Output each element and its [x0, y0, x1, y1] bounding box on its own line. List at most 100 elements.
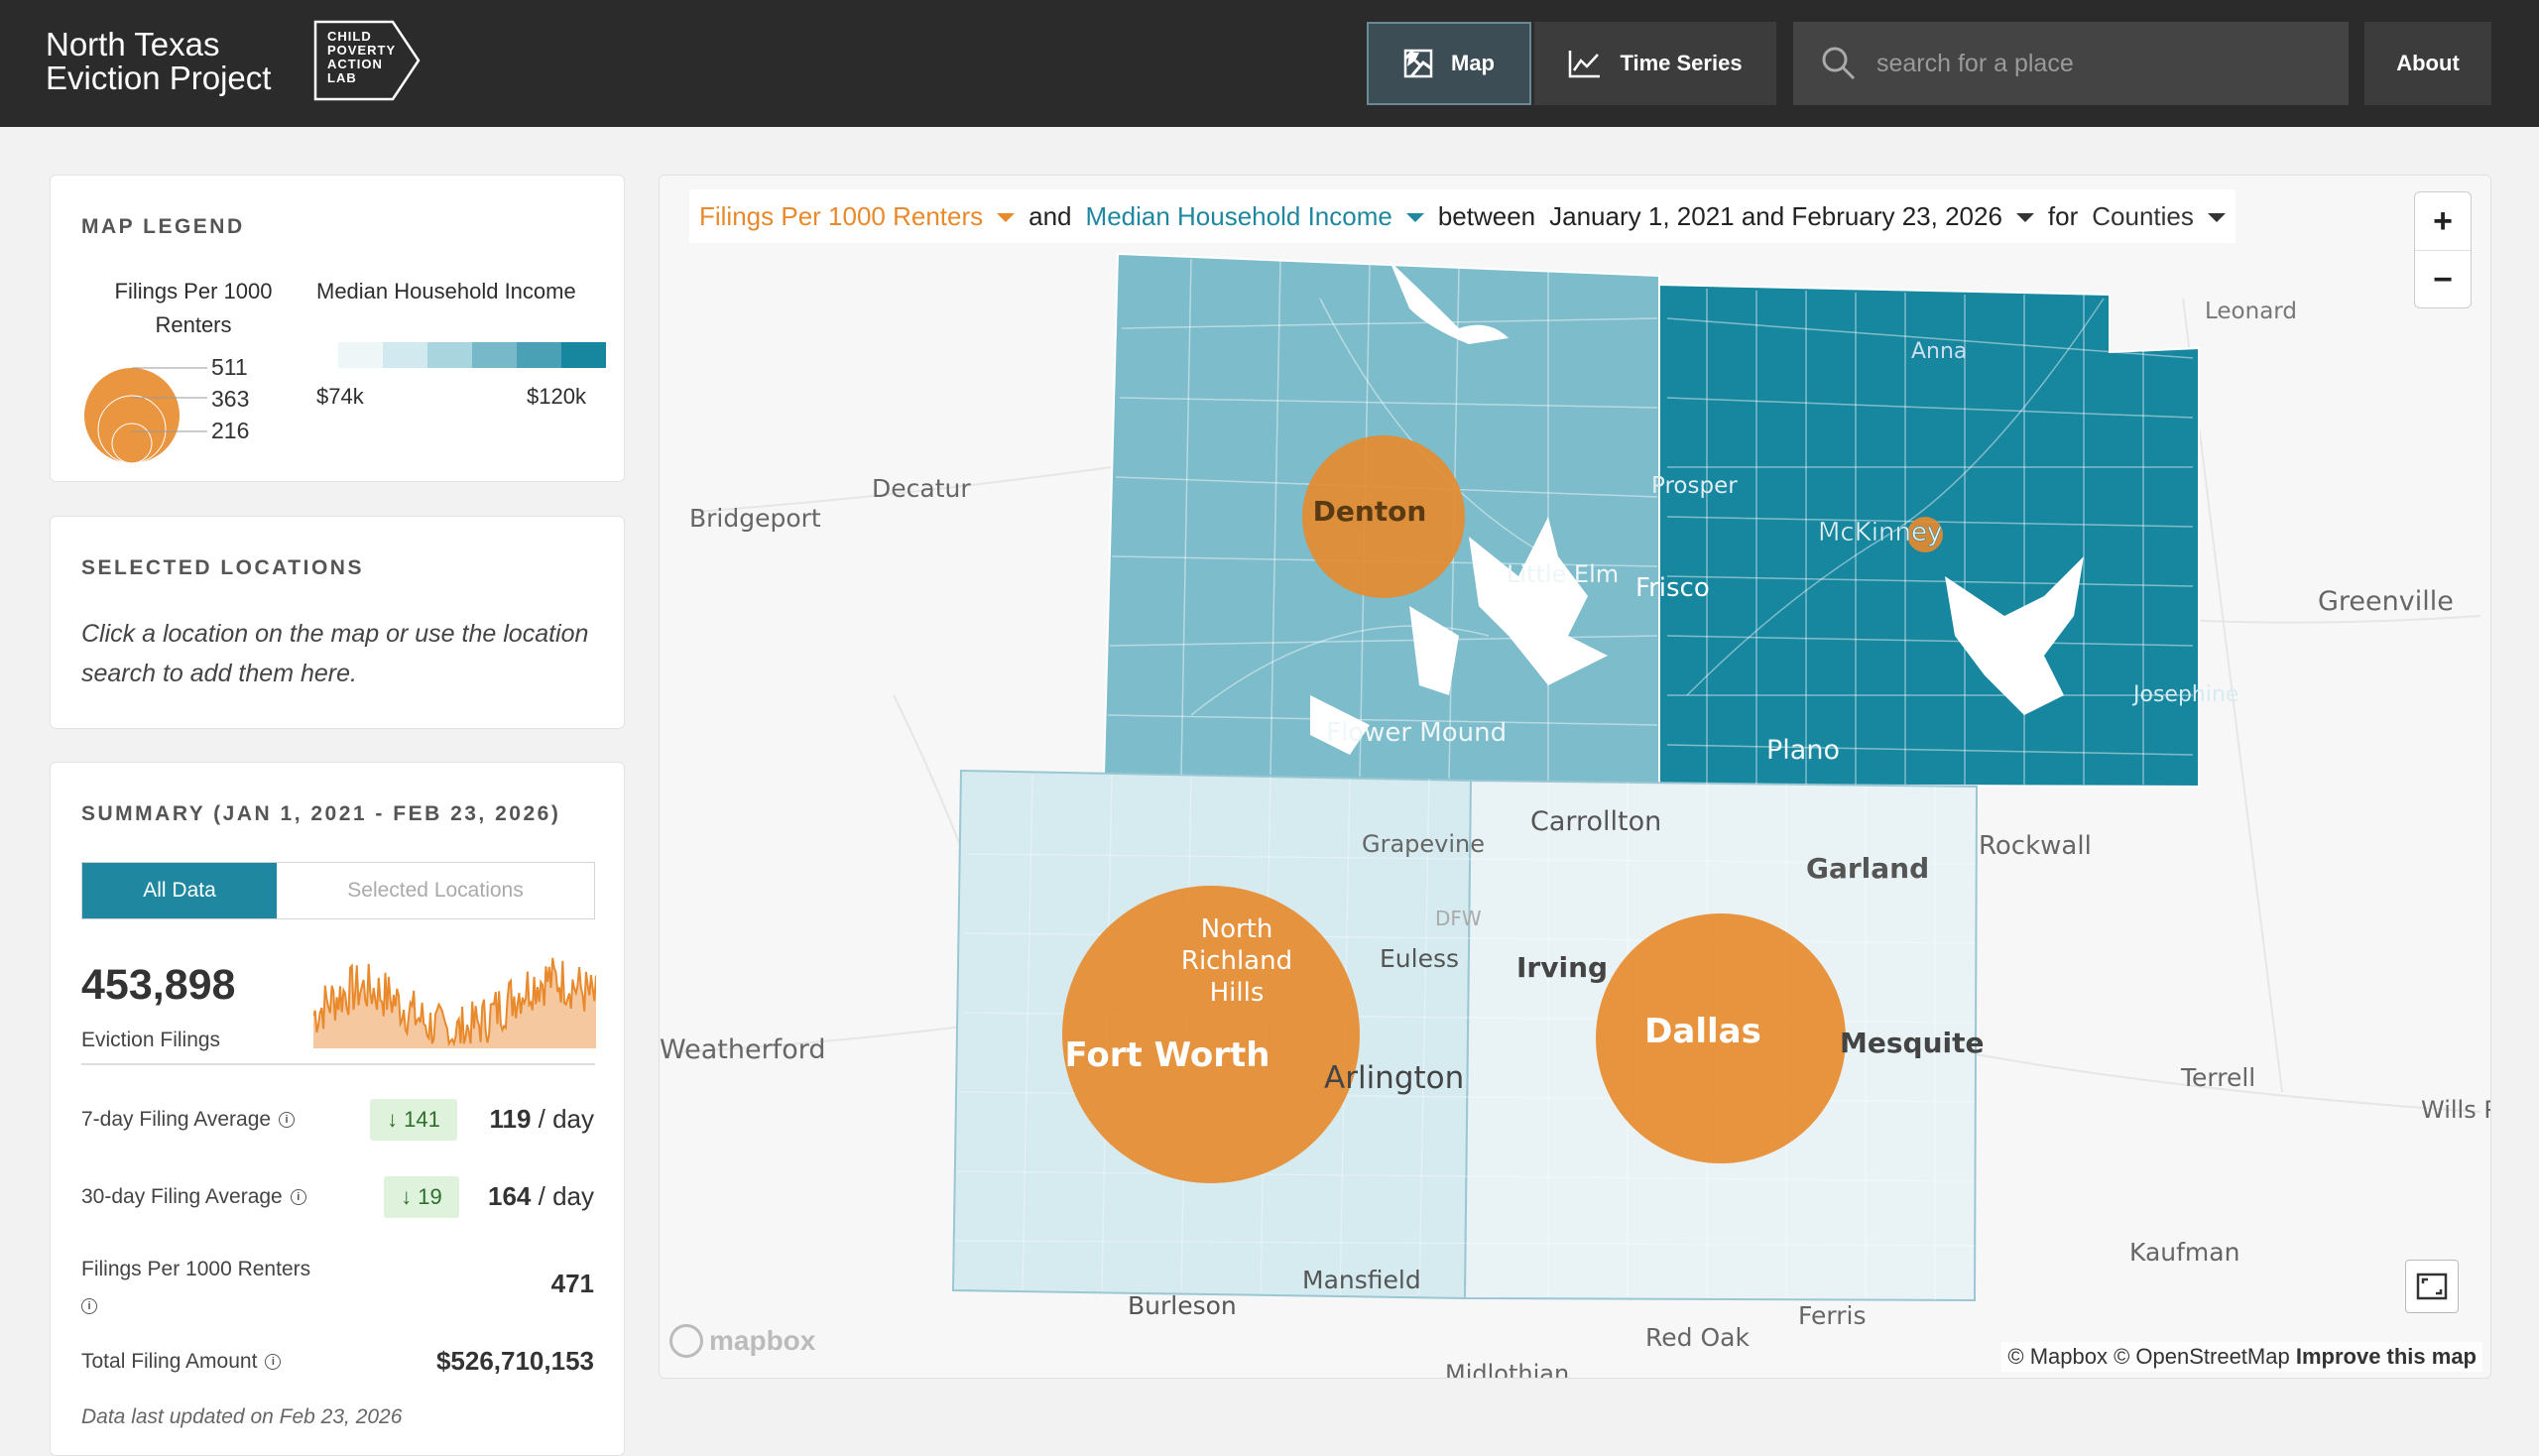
total-filings-value: 453,898: [81, 961, 236, 1009]
filter-for: for: [2047, 200, 2079, 231]
line-chart-icon: [1569, 51, 1601, 78]
place-label-dfw: DFW: [1435, 907, 1482, 930]
place-label-arlington: Arlington: [1324, 1060, 1464, 1096]
map-card[interactable]: Leonard Anna Decatur Bridgeport Prosper …: [659, 175, 2491, 1379]
nav-map-label: Map: [1451, 51, 1495, 75]
tab-selected-locations[interactable]: Selected Locations: [277, 863, 594, 918]
nav-time-series-button[interactable]: Time Series: [1534, 22, 1776, 105]
nav-map-button[interactable]: Map: [1367, 22, 1531, 105]
legend-filings-max: 511: [211, 354, 248, 380]
stat-7day-value: 119 / day: [489, 1104, 594, 1134]
place-label-greenville: Greenville: [2318, 586, 2454, 617]
tab-all-data[interactable]: All Data: [82, 863, 277, 918]
place-label-midlothian: Midlothian: [1445, 1360, 1569, 1379]
legend-filings-min: 216: [211, 418, 250, 443]
stat-amount-label: Total Filing Amount i: [81, 1350, 282, 1374]
summary-tabs: All Data Selected Locations: [81, 862, 595, 919]
choropleth-select[interactable]: Median Household Income: [1086, 201, 1424, 232]
place-label-red-oak: Red Oak: [1645, 1323, 1750, 1352]
legend-income-max: $120k: [527, 384, 586, 409]
zoom-out-button[interactable]: −: [2415, 251, 2471, 308]
filings-sparkline: [313, 957, 596, 1048]
place-label-little-elm: Little Elm: [1507, 560, 1619, 588]
stat-30day-value: 164 / day: [488, 1181, 594, 1211]
caret-down-icon: [2015, 213, 2034, 223]
selected-locations-title: SELECTED LOCATIONS: [81, 556, 364, 579]
filter-and: and: [1028, 200, 1072, 231]
selected-locations-panel: SELECTED LOCATIONS Click a location on t…: [50, 516, 625, 729]
legend-swatch: [383, 342, 427, 368]
filter-between: between: [1437, 200, 1536, 231]
stat-7day-change-badge: ↓ 141: [370, 1099, 457, 1141]
legend-swatch: [338, 342, 383, 368]
arrow-down-icon: ↓: [387, 1107, 399, 1132]
stat-per1000-label: Filings Per 1000 Renters i: [81, 1258, 311, 1314]
place-label-garland: Garland: [1806, 852, 1929, 885]
fullscreen-button[interactable]: [2405, 1260, 2459, 1313]
place-label-frisco: Frisco: [1635, 573, 1710, 603]
stat-30day-change-badge: ↓ 19: [384, 1176, 459, 1218]
cpal-logo-text: CHILD POVERTY ACTION LAB: [327, 29, 397, 85]
search-icon: [1822, 47, 1856, 80]
place-label-irving: Irving: [1516, 951, 1608, 984]
attribution-text[interactable]: © Mapbox © OpenStreetMap: [2007, 1344, 2289, 1369]
place-label-mansfield: Mansfield: [1302, 1266, 1421, 1294]
place-label-anna: Anna: [1911, 339, 1967, 364]
place-label-carrollton: Carrollton: [1530, 806, 1661, 837]
place-label-mesquite: Mesquite: [1840, 1027, 1984, 1059]
legend-swatch: [561, 342, 606, 368]
caret-down-icon: [997, 213, 1016, 223]
app-header: North Texas Eviction Project CHILD POVER…: [0, 0, 2539, 127]
arrow-down-icon: ↓: [401, 1184, 413, 1209]
map-canvas[interactable]: Leonard Anna Decatur Bridgeport Prosper …: [660, 176, 2491, 1379]
nav-about-label: About: [2396, 51, 2460, 75]
place-label-grapevine: Grapevine: [1362, 830, 1485, 858]
place-label-burleson: Burleson: [1128, 1291, 1237, 1320]
search-input[interactable]: [1874, 48, 2315, 79]
mapbox-logo-icon: [669, 1324, 703, 1358]
summary-divider: [81, 1063, 595, 1065]
place-label-euless: Euless: [1380, 944, 1459, 973]
map-attribution: © Mapbox © OpenStreetMap Improve this ma…: [2001, 1342, 2482, 1372]
bubble-label-dallas: Dallas: [1644, 1012, 1761, 1051]
caret-down-icon: [2207, 213, 2226, 223]
place-search[interactable]: [1793, 22, 2349, 105]
zoom-in-button[interactable]: +: [2415, 192, 2471, 251]
stat-7day-label: 7-day Filing Average i: [81, 1108, 296, 1132]
place-label-ferris: Ferris: [1798, 1301, 1866, 1330]
info-icon[interactable]: i: [279, 1112, 296, 1128]
legend-title: MAP LEGEND: [81, 215, 245, 238]
improve-map-link[interactable]: Improve this map: [2296, 1344, 2477, 1369]
info-icon[interactable]: i: [81, 1298, 97, 1314]
place-label-bridgeport: Bridgeport: [689, 504, 821, 533]
place-label-plano: Plano: [1766, 735, 1840, 766]
stat-per1000-value: 471: [550, 1269, 594, 1298]
summary-panel: SUMMARY (JAN 1, 2021 - FEB 23, 2026) All…: [50, 762, 625, 1456]
mapbox-logo[interactable]: mapbox: [669, 1324, 815, 1358]
bubble-label-denton: Denton: [1313, 495, 1427, 528]
summary-title: SUMMARY (JAN 1, 2021 - FEB 23, 2026): [81, 802, 561, 825]
info-icon[interactable]: i: [290, 1189, 306, 1205]
nav-about-button[interactable]: About: [2364, 22, 2491, 105]
legend-income-scale: [338, 342, 606, 368]
fullscreen-icon: [2416, 1273, 2448, 1300]
map-filter-bar: Filings Per 1000 Renters and Median Hous…: [689, 189, 2236, 243]
place-label-terrell: Terrell: [2180, 1063, 2255, 1092]
stat-amount-value: $526,710,153: [435, 1346, 594, 1376]
caret-down-icon: [1405, 213, 1424, 223]
site-logo-title[interactable]: North Texas Eviction Project: [46, 28, 271, 95]
geography-select[interactable]: Counties: [2092, 201, 2226, 232]
legend-filings-label: Filings Per 1000 Renters: [114, 279, 273, 337]
place-label-leonard: Leonard: [2205, 299, 2297, 324]
legend-income-label: Median Household Income: [316, 279, 576, 303]
place-label-decatur: Decatur: [872, 474, 971, 503]
legend-swatch: [472, 342, 517, 368]
date-range-select[interactable]: January 1, 2021 and February 23, 2026: [1549, 201, 2034, 232]
legend-swatch: [517, 342, 561, 368]
metric-select[interactable]: Filings Per 1000 Renters: [699, 201, 1016, 232]
info-icon[interactable]: i: [265, 1354, 282, 1370]
place-label-prosper: Prosper: [1651, 473, 1738, 499]
place-label-josephine: Josephine: [2131, 682, 2238, 707]
nav-time-series-label: Time Series: [1620, 51, 1743, 75]
legend-income-min: $74k: [316, 384, 364, 409]
